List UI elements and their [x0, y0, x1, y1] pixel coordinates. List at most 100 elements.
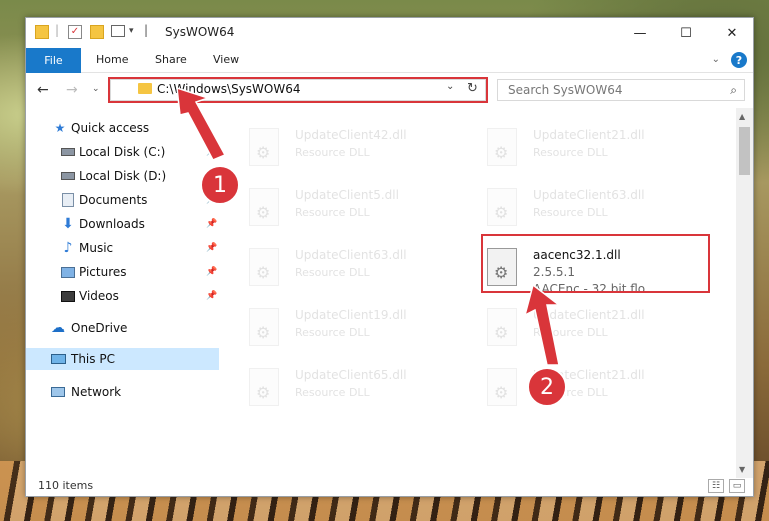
file-name: UpdateClient5.dll	[295, 188, 399, 202]
sidebar-item-pictures[interactable]: Pictures 📌	[26, 261, 219, 283]
status-bar: 110 items ☷ ▭	[26, 476, 753, 498]
tab-share[interactable]: Share	[155, 53, 187, 66]
dll-file-icon: ⚙	[249, 248, 279, 286]
help-icon[interactable]: ?	[731, 52, 747, 68]
sidebar-item-this-pc[interactable]: This PC	[26, 348, 219, 370]
file-type: Resource DLL	[295, 326, 370, 339]
tab-view[interactable]: View	[213, 53, 239, 66]
step-2-badge: 2	[527, 367, 567, 407]
sidebar-item-label: Downloads	[79, 217, 145, 231]
sidebar-item-quick-access[interactable]: ★ Quick access	[26, 117, 219, 139]
videos-icon	[61, 290, 75, 302]
search-placeholder: Search SysWOW64	[508, 83, 623, 97]
pin-icon: 📌	[206, 291, 218, 301]
customize-icon[interactable]	[111, 25, 125, 37]
folder-icon	[35, 25, 49, 39]
file-type: Resource DLL	[295, 146, 370, 159]
sidebar-item-label: Pictures	[79, 265, 127, 279]
sidebar-item-label: OneDrive	[71, 321, 128, 335]
pictures-icon	[61, 266, 75, 278]
file-name: UpdateClient21.dll	[533, 128, 645, 142]
tab-home[interactable]: Home	[96, 53, 128, 66]
file-type: Resource DLL	[295, 386, 370, 399]
computer-icon	[50, 354, 66, 364]
sidebar-item-downloads[interactable]: ⬇ Downloads 📌	[26, 213, 219, 235]
sidebar-item-label: This PC	[71, 352, 115, 366]
minimize-button[interactable]: —	[617, 18, 663, 48]
folder-icon	[138, 83, 152, 94]
pin-icon: 📌	[206, 267, 218, 277]
chevron-down-icon[interactable]: ▾	[129, 26, 134, 36]
documents-icon	[62, 193, 74, 207]
back-button[interactable]: ←	[37, 82, 49, 98]
list-item[interactable]: ⚙ UpdateClient21.dll Resource DLL	[483, 364, 683, 414]
address-dropdown-icon[interactable]: ⌄	[446, 81, 454, 92]
step-1-badge: 1	[200, 165, 240, 205]
window-title: SysWOW64	[165, 25, 235, 39]
navigation-bar: ← → ⌄ ↑ C:\Windows\SysWOW64 ⌄ ↻ Search S…	[26, 74, 753, 107]
file-type: Resource DLL	[295, 206, 370, 219]
dll-file-icon: ⚙	[487, 188, 517, 226]
properties-icon[interactable]: ✓	[68, 25, 82, 39]
dll-file-icon: ⚙	[249, 368, 279, 406]
file-name: UpdateClient63.dll	[533, 188, 645, 202]
sidebar-item-label: Network	[71, 385, 122, 399]
recent-locations-button[interactable]: ⌄	[92, 84, 100, 94]
sidebar-item-documents[interactable]: Documents 📌	[26, 189, 219, 211]
file-name: UpdateClient42.dll	[295, 128, 407, 142]
separator-icon: |	[55, 23, 60, 37]
list-item[interactable]: ⚙ UpdateClient63.dll Resource DLL	[483, 184, 683, 234]
cloud-icon: ☁	[51, 320, 65, 336]
maximize-button[interactable]: ☐	[663, 18, 709, 48]
list-item[interactable]: ⚙ UpdateClient65.dll Resource DLL	[245, 364, 445, 414]
star-icon: ★	[54, 121, 66, 135]
list-item[interactable]: ⚙ UpdateClient42.dll Resource DLL	[245, 124, 445, 174]
file-type: Resource DLL	[533, 206, 608, 219]
tab-file[interactable]: File	[26, 48, 81, 73]
search-icon[interactable]: ⌕	[730, 83, 737, 98]
scroll-up-icon[interactable]: ▲	[739, 112, 745, 121]
list-item[interactable]: ⚙ UpdateClient21.dll Resource DLL	[483, 304, 683, 354]
list-item[interactable]: ⚙ UpdateClient21.dll Resource DLL	[483, 124, 683, 174]
list-item[interactable]: ⚙ UpdateClient63.dll Resource DLL	[245, 244, 445, 294]
close-button[interactable]: ✕	[709, 18, 755, 48]
file-explorer-window: | ✓ ▾ | SysWOW64 — ☐ ✕ File Home Share V…	[25, 17, 754, 497]
selected-file-highlight	[481, 234, 710, 293]
sidebar-item-music[interactable]: ♪ Music 📌	[26, 237, 219, 259]
list-item[interactable]: ⚙ UpdateClient5.dll Resource DLL	[245, 184, 445, 234]
list-item[interactable]: ⚙ UpdateClient19.dll Resource DLL	[245, 304, 445, 354]
sidebar-item-local-disk-d[interactable]: Local Disk (D:) 📌	[26, 165, 219, 187]
sidebar-item-local-disk-c[interactable]: Local Disk (C:) 📌	[26, 141, 219, 163]
refresh-icon[interactable]: ↻	[467, 81, 478, 96]
file-name: UpdateClient63.dll	[295, 248, 407, 262]
new-folder-icon[interactable]	[90, 25, 104, 39]
dll-file-icon: ⚙	[249, 128, 279, 166]
dll-file-icon: ⚙	[487, 368, 517, 406]
download-icon: ⬇	[62, 216, 74, 232]
vertical-scrollbar[interactable]: ▲ ▼	[736, 108, 753, 478]
network-icon	[51, 387, 65, 397]
pin-icon: 📌	[206, 243, 218, 253]
sidebar-item-videos[interactable]: Videos 📌	[26, 285, 219, 307]
large-icons-view-icon[interactable]: ▭	[729, 479, 745, 493]
address-path[interactable]: C:\Windows\SysWOW64	[157, 82, 301, 96]
sidebar-item-network[interactable]: Network	[26, 381, 219, 403]
pin-icon: 📌	[206, 147, 218, 157]
scroll-down-icon[interactable]: ▼	[739, 465, 745, 474]
pin-icon: 📌	[206, 219, 218, 229]
file-type: Resource DLL	[533, 146, 608, 159]
search-input[interactable]: Search SysWOW64 ⌕	[497, 79, 745, 101]
sidebar-item-onedrive[interactable]: ☁ OneDrive	[26, 317, 219, 339]
details-view-icon[interactable]: ☷	[708, 479, 724, 493]
navigation-pane: ★ Quick access Local Disk (C:) 📌 Local D…	[26, 108, 219, 468]
scrollbar-thumb[interactable]	[739, 127, 750, 175]
file-name: UpdateClient65.dll	[295, 368, 407, 382]
music-icon: ♪	[63, 240, 73, 256]
forward-button[interactable]: →	[66, 82, 78, 98]
expand-ribbon-icon[interactable]: ⌄	[712, 54, 720, 65]
file-name: UpdateClient21.dll	[533, 308, 645, 322]
drive-icon	[61, 148, 75, 156]
dll-file-icon: ⚙	[249, 188, 279, 226]
ribbon: File Home Share View ⌄ ?	[26, 48, 753, 73]
sidebar-item-label: Quick access	[71, 121, 150, 135]
